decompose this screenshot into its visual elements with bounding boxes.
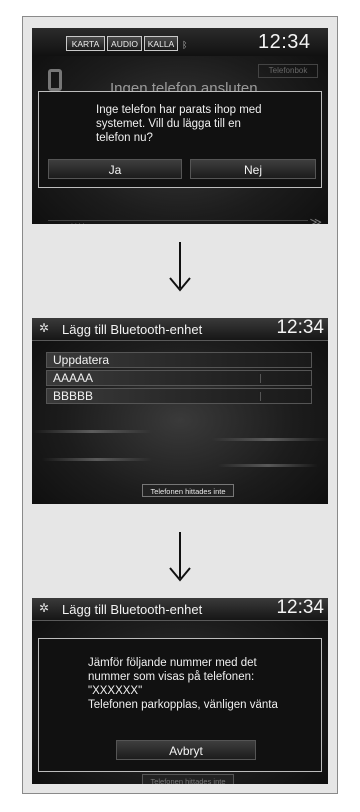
screen-background	[32, 318, 328, 504]
dialog-message: Inge telefon har parats ihop med systeme…	[96, 104, 262, 144]
phone-setup-screen: KARTA AUDIO KALLA ᛒ 12:34 Ingen telefon …	[32, 28, 328, 224]
phone-icon	[48, 69, 62, 91]
screen-title: Lägg till Bluetooth-enhet	[62, 322, 203, 337]
status-badge: Telefonen hittades inte	[142, 774, 234, 784]
gear-icon: ✲	[39, 321, 50, 335]
down-arrow-icon	[169, 532, 191, 582]
list-item-device-a[interactable]: AAAAA	[46, 370, 312, 386]
gear-icon: ✲	[39, 601, 50, 615]
clock: 12:34	[276, 318, 324, 338]
pairing-code-dialog: Jämför följande nummer med det nummer so…	[38, 638, 322, 772]
clock: 12:34	[276, 598, 324, 618]
add-bluetooth-device-screen: ✲ Lägg till Bluetooth-enhet 12:34 Uppdat…	[32, 318, 328, 504]
pairing-dialog: Inge telefon har parats ihop med systeme…	[38, 91, 322, 188]
list-item-label: AAAAA	[53, 371, 94, 385]
tab-kalla[interactable]: KALLA	[144, 36, 178, 51]
tab-audio[interactable]: AUDIO	[107, 36, 142, 51]
down-arrow-icon	[169, 242, 191, 292]
list-item-label: Uppdatera	[53, 353, 110, 367]
cancel-button[interactable]: Avbryt	[116, 740, 256, 760]
chevron-down-icon: ≫	[309, 215, 322, 224]
phonebook-tab: Telefonbok	[258, 64, 318, 78]
header-bar: ✲ Lägg till Bluetooth-enhet 12:34	[32, 318, 328, 341]
screen-title: Lägg till Bluetooth-enhet	[62, 602, 203, 617]
phone-list-row: ****	[48, 220, 308, 224]
list-item-update[interactable]: Uppdatera	[46, 352, 312, 368]
list-item-device-b[interactable]: BBBBB	[46, 388, 312, 404]
masked-number: ****	[70, 222, 86, 224]
dialog-message: Jämför följande nummer med det nummer so…	[88, 657, 278, 711]
status-badge: Telefonen hittades inte	[142, 484, 234, 497]
tab-karta[interactable]: KARTA	[66, 36, 105, 51]
bluetooth-icon: ᛒ	[182, 40, 188, 50]
no-button[interactable]: Nej	[190, 159, 316, 179]
clock: 12:34	[258, 31, 311, 53]
yes-button[interactable]: Ja	[48, 159, 182, 179]
header-bar: ✲ Lägg till Bluetooth-enhet 12:34	[32, 598, 328, 621]
list-item-label: BBBBB	[53, 389, 94, 403]
pairing-code-screen: ✲ Lägg till Bluetooth-enhet 12:34 Jämför…	[32, 598, 328, 784]
